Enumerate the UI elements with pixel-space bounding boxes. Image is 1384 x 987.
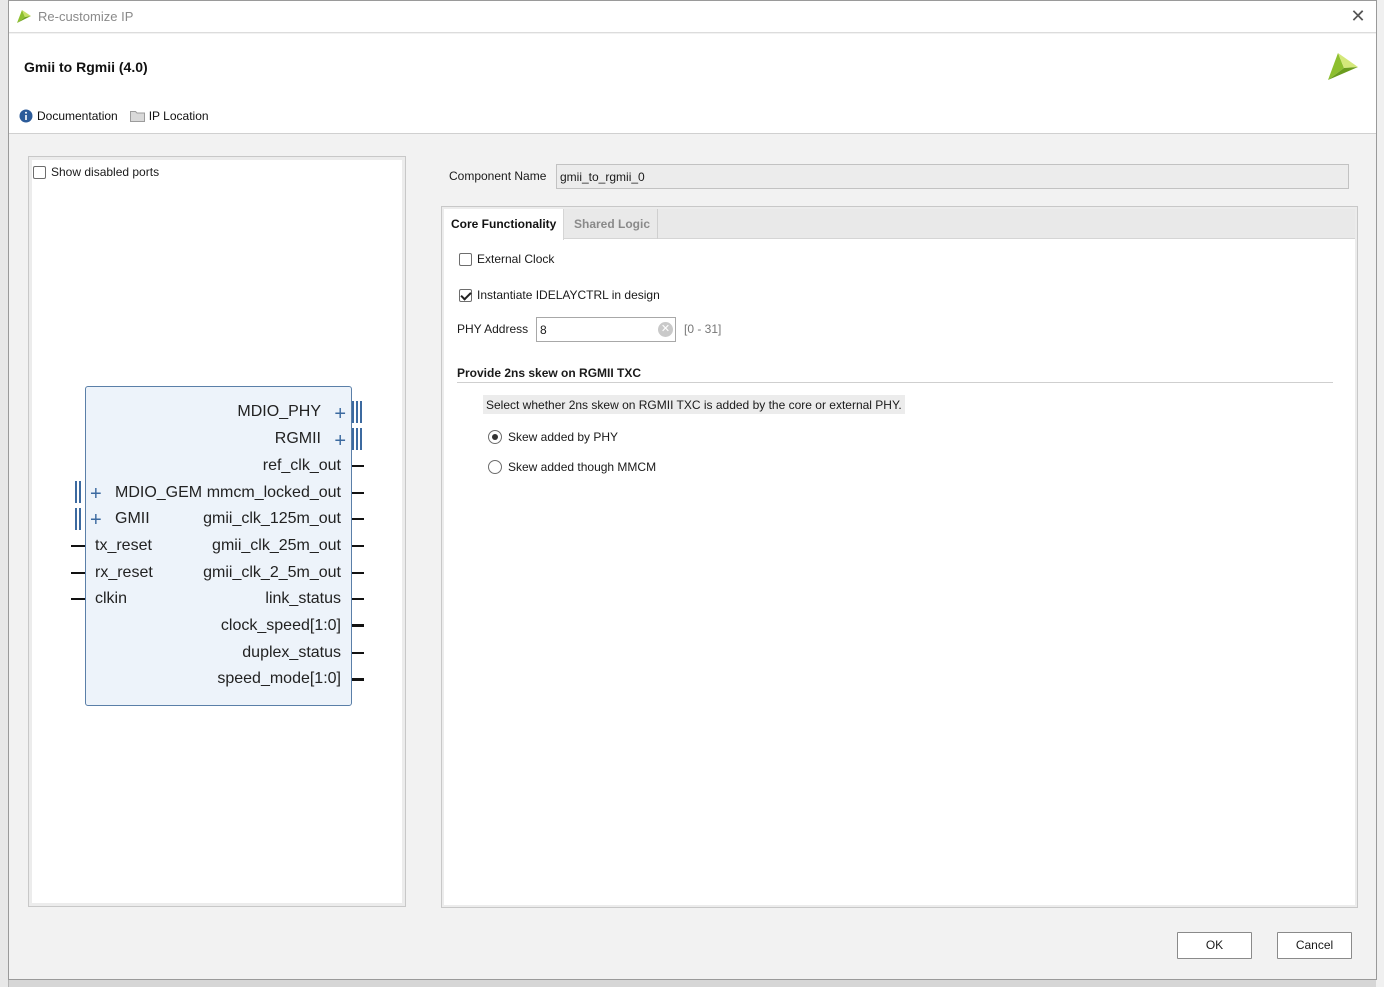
port-rx-reset: rx_reset: [95, 564, 153, 581]
radio-button[interactable]: [488, 460, 502, 474]
show-disabled-ports-checkbox[interactable]: Show disabled ports: [33, 165, 159, 179]
tab-strip: Core Functionality Shared Logic: [444, 209, 1355, 240]
background-app-right: [1376, 0, 1384, 987]
pin: [352, 492, 364, 494]
ip-location-link[interactable]: IP Location: [129, 109, 209, 123]
external-clock-checkbox[interactable]: External Clock: [459, 252, 554, 266]
port-gmii: GMII: [115, 510, 150, 527]
show-disabled-ports-label: Show disabled ports: [51, 165, 160, 179]
checkbox-box[interactable]: [459, 252, 472, 266]
bus-pin: [360, 428, 362, 450]
expand-icon[interactable]: +: [334, 431, 346, 451]
expand-icon[interactable]: +: [90, 510, 102, 530]
checkbox-box[interactable]: [33, 165, 46, 179]
bus-pin: [75, 508, 77, 530]
bus-pin: [352, 401, 354, 423]
expand-icon[interactable]: +: [90, 484, 102, 504]
bus-pin: [79, 481, 81, 503]
bus-pin: [75, 481, 77, 503]
section-divider: [457, 382, 1333, 383]
phy-address-label: PHY Address: [457, 322, 529, 336]
port-gmii-clk-125m-out: gmii_clk_125m_out: [203, 510, 341, 527]
idelayctrl-label: Instantiate IDELAYCTRL in design: [477, 288, 660, 302]
xilinx-logo-icon: [1328, 53, 1358, 80]
pin: [352, 518, 364, 520]
port-rgmii: RGMII: [274, 430, 321, 447]
vivado-logo-icon: [17, 10, 31, 23]
ip-location-label: IP Location: [148, 109, 209, 123]
port-duplex-status: duplex_status: [242, 644, 341, 661]
port-gmii-clk-25m-out: gmii_clk_25m_out: [212, 537, 341, 554]
component-name-label: Component Name: [449, 169, 547, 183]
tabs-panel: Core Functionality Shared Logic: [441, 206, 1358, 908]
recustomize-ip-dialog: Re-customize IP ✕ Gmii to Rgmii (4.0) Do…: [8, 0, 1377, 980]
radio-button-selected[interactable]: [488, 430, 502, 444]
pin: [352, 652, 364, 654]
pin: [71, 545, 85, 547]
port-mdio-phy: MDIO_PHY: [237, 403, 321, 420]
folder-icon: [129, 111, 145, 122]
window-title: Re-customize IP: [38, 9, 134, 24]
bus-pin: [356, 428, 358, 450]
documentation-label: Documentation: [37, 109, 118, 123]
port-clock-speed: clock_speed[1:0]: [220, 617, 341, 634]
close-icon[interactable]: ✕: [1348, 6, 1368, 26]
checkbox-box-checked[interactable]: [459, 288, 472, 302]
pin: [71, 572, 85, 574]
pin: [352, 678, 364, 681]
pin: [352, 465, 364, 467]
tab-core-functionality[interactable]: Core Functionality: [444, 209, 565, 240]
phy-address-range: [0 - 31]: [684, 322, 722, 336]
documentation-link[interactable]: Documentation: [19, 109, 118, 123]
pin: [352, 624, 364, 627]
pin: [352, 545, 364, 547]
pin: [352, 572, 364, 574]
phy-address-field[interactable]: 8: [536, 317, 676, 342]
port-link-status: link_status: [265, 590, 341, 607]
bus-pin: [356, 401, 358, 423]
ip-header: Gmii to Rgmii (4.0) Documentation IP Loc…: [9, 34, 1376, 134]
tab-shared-logic[interactable]: Shared Logic: [567, 209, 659, 239]
ip-title: Gmii to Rgmii (4.0): [24, 59, 148, 75]
skew-by-phy-radio[interactable]: Skew added by PHY: [488, 430, 618, 444]
skew-hint: Select whether 2ns skew on RGMII TXC is …: [483, 395, 905, 414]
title-bar: Re-customize IP ✕: [9, 1, 1376, 33]
ok-button[interactable]: OK: [1177, 932, 1252, 959]
pin: [71, 598, 85, 600]
ip-block-symbol[interactable]: MDIO_PHY + RGMII + ref_clk_out mmcm_lock…: [85, 386, 352, 706]
external-clock-label: External Clock: [477, 252, 555, 266]
skew-by-mmcm-label: Skew added though MMCM: [508, 460, 657, 474]
port-tx-reset: tx_reset: [95, 537, 152, 554]
port-mdio-gem: MDIO_GEM: [115, 484, 203, 501]
info-icon: [19, 109, 33, 123]
skew-by-mmcm-radio[interactable]: Skew added though MMCM: [488, 460, 656, 474]
cancel-button[interactable]: Cancel: [1277, 932, 1352, 959]
port-ref-clk-out: ref_clk_out: [262, 457, 341, 474]
bus-pin: [360, 401, 362, 423]
port-clkin: clkin: [95, 590, 128, 607]
bus-pin: [352, 428, 354, 450]
clear-icon[interactable]: ✕: [658, 322, 673, 337]
expand-icon[interactable]: +: [334, 404, 346, 424]
skew-section-title: Provide 2ns skew on RGMII TXC: [457, 366, 642, 380]
skew-by-phy-label: Skew added by PHY: [508, 430, 619, 444]
idelayctrl-checkbox[interactable]: Instantiate IDELAYCTRL in design: [459, 288, 660, 302]
component-name-field[interactable]: gmii_to_rgmii_0: [556, 164, 1349, 189]
bus-pin: [79, 508, 81, 530]
pin: [352, 598, 364, 600]
port-speed-mode: speed_mode[1:0]: [217, 670, 341, 687]
port-gmii-clk-2-5m-out: gmii_clk_2_5m_out: [203, 564, 341, 581]
port-mmcm-locked-out: mmcm_locked_out: [206, 484, 341, 501]
